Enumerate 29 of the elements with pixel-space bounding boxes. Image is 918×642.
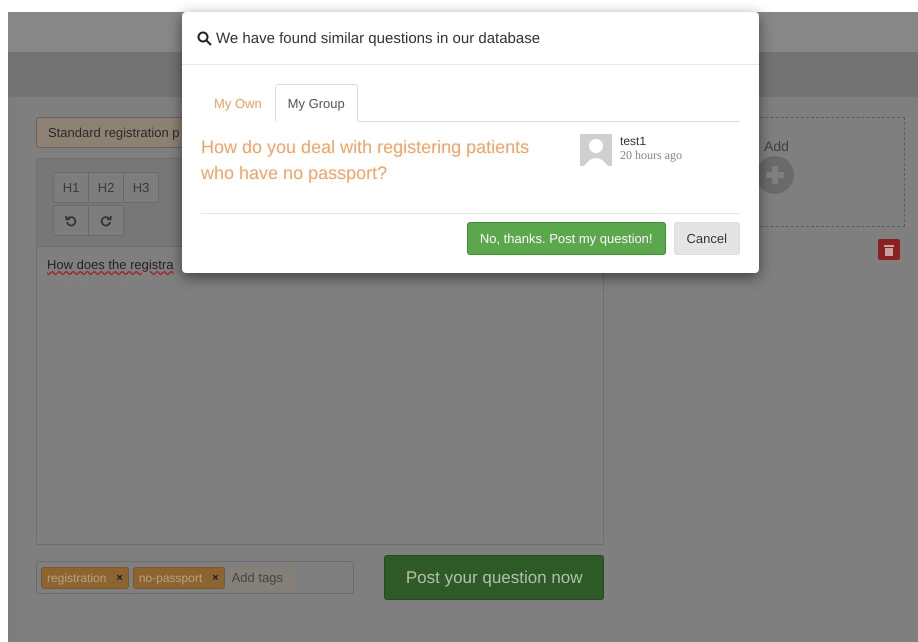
- question-link[interactable]: How do you deal with registering patients who have no passport?: [201, 134, 561, 213]
- tags-field[interactable]: registration × no-passport × Add tags: [36, 561, 354, 594]
- trash-icon: [884, 244, 894, 256]
- remove-tag-button[interactable]: ×: [116, 572, 123, 584]
- question-textarea[interactable]: How does the registra: [37, 246, 603, 544]
- avatar-icon: [580, 134, 612, 166]
- undo-icon: [65, 214, 77, 226]
- plus-circle-icon: [756, 156, 794, 194]
- delete-button[interactable]: [878, 239, 900, 260]
- redo-icon: [100, 214, 112, 226]
- tab[interactable]: My Group: [274, 84, 358, 122]
- heading-button[interactable]: H1: [53, 172, 89, 203]
- undo-button[interactable]: [53, 205, 89, 236]
- question-text: How does the registra: [47, 257, 174, 272]
- tag-input[interactable]: Add tags: [228, 566, 295, 589]
- dialog-title: We have found similar questions in our database: [216, 30, 540, 46]
- redo-button[interactable]: [88, 205, 124, 236]
- tag-label: no-passport: [138, 570, 202, 584]
- search-icon: [197, 30, 212, 46]
- tag-label: registration: [47, 570, 106, 584]
- heading-button[interactable]: H3: [123, 172, 159, 203]
- cancel-button[interactable]: Cancel: [674, 222, 740, 255]
- post-question-button[interactable]: Post your question now: [384, 555, 604, 600]
- post-time: 20 hours ago: [620, 148, 682, 163]
- heading-button[interactable]: H2: [88, 172, 124, 203]
- add-label: Add: [764, 138, 790, 154]
- post-anyway-button[interactable]: No, thanks. Post my question!: [466, 222, 666, 255]
- author-name: test1: [620, 134, 648, 148]
- remove-tag-button[interactable]: ×: [212, 572, 219, 584]
